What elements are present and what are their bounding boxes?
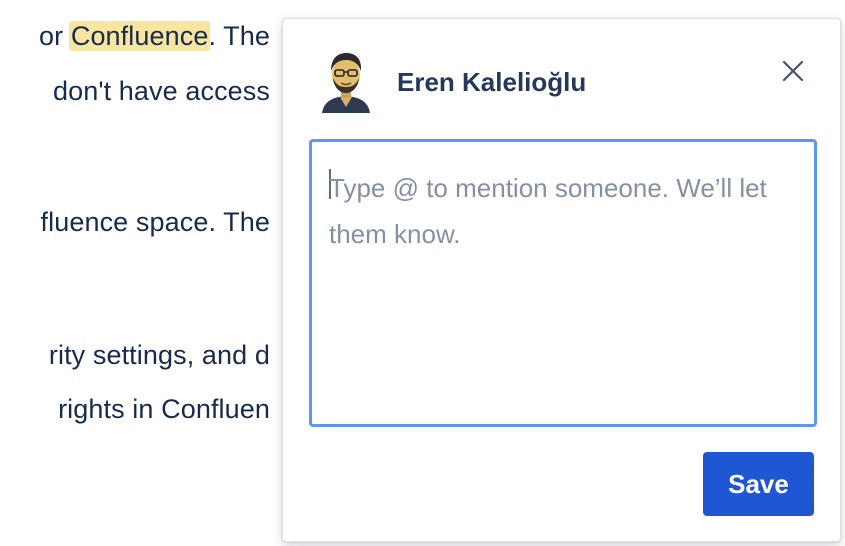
save-button[interactable]: Save [703,452,814,516]
highlighted-text[interactable]: Confluence [68,21,211,51]
document-line: fluence space. The [40,207,270,237]
document-line: rights in Confluen [58,394,270,424]
page: or Confluence. The don't have access flu… [0,0,845,546]
comment-author-name: Eren Kalelioğlu [397,67,587,97]
inline-comment-popup: Eren Kalelioğlu Type @ to mention someon… [282,18,841,542]
close-button[interactable] [777,55,809,87]
document-text: . The [208,21,270,51]
close-icon [782,60,804,82]
document-line: rity settings, and d [48,340,270,370]
document-line: don't have access [53,76,270,106]
document-text: or [39,21,71,51]
user-avatar-icon [319,47,373,113]
document-line: or Confluence. The [39,18,270,54]
comment-input-placeholder: Type @ to mention someone. We’ll let the… [329,173,767,249]
comment-input[interactable]: Type @ to mention someone. We’ll let the… [309,139,817,427]
user-avatar-icon [322,53,370,113]
